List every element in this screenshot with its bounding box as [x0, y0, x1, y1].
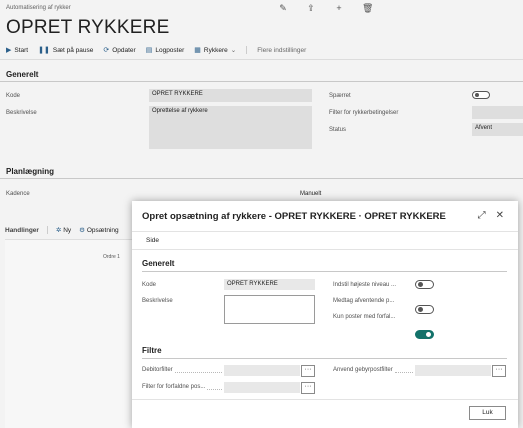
- document-icon: ▦: [194, 47, 201, 54]
- gebyr-filter-label: Anvend gebyrpostfilter: [333, 367, 413, 373]
- forfaldne-filter-label: Filter for forfaldne pos...: [142, 384, 222, 390]
- gebyr-filter-field[interactable]: [415, 365, 491, 376]
- kadence-value[interactable]: Manuelt: [300, 191, 321, 197]
- dialog-kode-field[interactable]: OPRET RYKKERE: [224, 279, 315, 290]
- tab-side[interactable]: Side: [146, 237, 159, 244]
- log-icon: ▤: [145, 47, 153, 54]
- dialog-beskrivelse-field[interactable]: [224, 295, 315, 324]
- toggle-include-pending-label: Medtag afventende p...: [333, 298, 395, 304]
- grid-column-header[interactable]: Ordre 1: [103, 254, 120, 260]
- start-button[interactable]: ▶ Start: [6, 46, 28, 55]
- reminders-button[interactable]: ▦ Rykkere ⌄: [194, 46, 237, 55]
- more-options-button[interactable]: Flere indstillinger: [257, 47, 306, 54]
- beskrivelse-label: Beskrivelse: [6, 110, 37, 116]
- new-button[interactable]: ✲ Ny: [56, 226, 71, 234]
- breadcrumb[interactable]: Automatisering af rykker: [6, 5, 71, 11]
- spaerret-label: Spærret: [329, 93, 351, 99]
- dialog-tabbar: [132, 231, 518, 250]
- toggle-only-overdue[interactable]: [415, 330, 434, 339]
- trash-icon[interactable]: 🗑: [362, 3, 373, 14]
- setup-dialog: Opret opsætning af rykkere - OPRET RYKKE…: [132, 201, 518, 428]
- toggle-highest-level[interactable]: [415, 280, 434, 289]
- forfaldne-filter-field[interactable]: [224, 382, 300, 393]
- chevron-down-icon: ⌄: [230, 47, 237, 54]
- section-rule: [0, 81, 523, 82]
- play-icon: ▶: [6, 47, 12, 54]
- expand-icon[interactable]: ⤢: [478, 210, 486, 221]
- dialog-generelt-title[interactable]: Generelt: [142, 259, 174, 268]
- log-button[interactable]: ▤ Logposter: [145, 46, 185, 55]
- dialog-filtre-title[interactable]: Filtre: [142, 346, 162, 355]
- dialog-beskrivelse-label: Beskrivelse: [142, 298, 173, 304]
- section-generelt-title[interactable]: Generelt: [6, 70, 38, 79]
- dialog-title: Opret opsætning af rykkere - OPRET RYKKE…: [142, 211, 446, 222]
- section-rule: [0, 178, 523, 179]
- close-icon[interactable]: ✕: [496, 210, 504, 221]
- kadence-label: Kadence: [6, 191, 30, 197]
- gebyr-filter-lookup-button[interactable]: ···: [492, 365, 506, 377]
- toggle-only-overdue-label: Kun poster med forfal...: [333, 314, 396, 320]
- kode-label: Kode: [6, 93, 21, 99]
- dialog-kode-label: Kode: [142, 282, 157, 288]
- forfaldne-filter-lookup-button[interactable]: ···: [301, 382, 315, 394]
- section-rule: [142, 358, 507, 359]
- page-title: OPRET RYKKERE: [6, 17, 170, 38]
- close-button[interactable]: Luk: [469, 406, 506, 420]
- action-separator: [246, 46, 248, 54]
- spaerret-toggle[interactable]: [472, 91, 490, 99]
- pause-button[interactable]: ❚❚ Sæt på pause: [38, 46, 93, 55]
- toolbar-divider: [0, 59, 523, 60]
- share-icon[interactable]: ⇪: [306, 3, 316, 14]
- handlinger-title: Handlinger: [5, 226, 39, 234]
- refresh-icon: ⟳: [103, 47, 110, 54]
- pencil-icon[interactable]: ✎: [278, 3, 288, 14]
- kode-field[interactable]: OPRET RYKKERE: [149, 89, 312, 102]
- toggle-highest-level-label: Indstil højeste niveau ...: [333, 282, 397, 288]
- toggle-include-pending[interactable]: [415, 305, 434, 314]
- debitor-filter-lookup-button[interactable]: ···: [301, 365, 315, 377]
- setup-button[interactable]: ⚙ Opsætning: [79, 226, 118, 234]
- page-top-icons: ✎ ⇪ + 🗑: [278, 3, 373, 14]
- handlinger-grid: Ordre 1: [5, 239, 135, 428]
- debitor-filter-field[interactable]: [224, 365, 300, 376]
- update-button[interactable]: ⟳ Opdater: [103, 46, 135, 55]
- plus-icon[interactable]: +: [334, 3, 344, 14]
- handlinger-separator: [46, 226, 48, 234]
- setup-icon: ⚙: [79, 227, 85, 234]
- action-bar: ▶ Start ❚❚ Sæt på pause ⟳ Opdater ▤ Logposte…: [6, 46, 306, 54]
- beskrivelse-field[interactable]: Oprettelse af rykkere: [149, 106, 312, 149]
- filter-field[interactable]: [472, 106, 523, 119]
- pause-icon: ❚❚: [38, 47, 50, 54]
- dialog-footer-rule: [132, 399, 518, 400]
- status-field[interactable]: Afvent: [472, 123, 523, 136]
- debitor-filter-label: Debitorfilter: [142, 367, 222, 373]
- status-label: Status: [329, 127, 347, 133]
- new-icon: ✲: [55, 227, 62, 234]
- dialog-controls: ⤢ ✕: [478, 210, 504, 221]
- section-rule: [142, 271, 507, 272]
- section-planlaegning-title[interactable]: Planlægning: [6, 167, 54, 176]
- filter-label: Filter for rykkerbetingelser: [329, 110, 399, 116]
